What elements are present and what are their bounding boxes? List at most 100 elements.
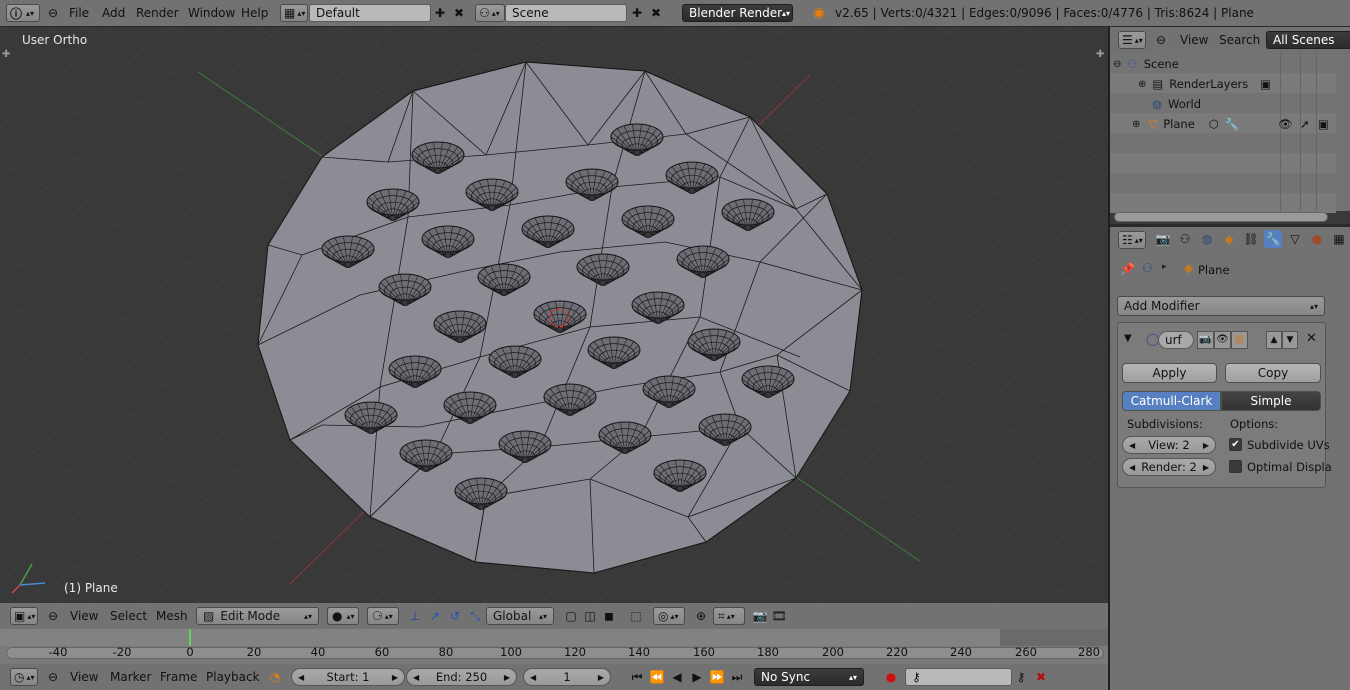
snap-toggle-icon[interactable]: ⊕	[692, 607, 710, 625]
mesh-data-tab-icon[interactable]: ▽	[1286, 230, 1304, 248]
scale-manipulator-icon[interactable]: ⤡	[466, 607, 484, 625]
viewport-canvas[interactable]	[0, 27, 1108, 603]
manipulator-toggle-icon[interactable]: ⊥	[406, 607, 424, 625]
view-levels-field[interactable]: ◀ View: 2 ▶	[1122, 436, 1216, 454]
move-down-icon[interactable]: ▼	[1282, 331, 1298, 349]
mode-dropdown[interactable]: ▨ Edit Mode ▴▾	[196, 607, 319, 625]
jump-start-icon[interactable]: ⏮	[628, 668, 646, 686]
insert-keyframe-icon[interactable]: ⚷	[1012, 668, 1030, 686]
viewport-toggle-icon[interactable]: 👁	[1214, 331, 1231, 349]
render-toggle-icon[interactable]: 📷	[1197, 331, 1214, 349]
menu-search[interactable]: Search	[1219, 27, 1260, 53]
menu-render[interactable]: Render	[136, 0, 179, 26]
move-up-icon[interactable]: ▲	[1266, 331, 1282, 349]
timeline-area[interactable]	[0, 629, 1108, 664]
scene-name-field[interactable]: Scene	[505, 4, 627, 22]
render-tab-icon[interactable]: 📷	[1154, 230, 1172, 248]
preview-range-icon[interactable]: ◔	[266, 668, 284, 686]
render-levels-field[interactable]: ◀ Render: 2 ▶	[1122, 458, 1216, 476]
menu-playback[interactable]: Playback	[206, 664, 260, 690]
editor-type-outliner-button[interactable]: ☰ ▴▾	[1118, 31, 1146, 49]
render-engine-dropdown[interactable]: Blender Render ▴▾	[682, 4, 793, 22]
menu-view[interactable]: View	[1180, 27, 1208, 53]
pin-icon[interactable]: 📌	[1120, 262, 1135, 276]
collapse-menu-icon[interactable]: ⊖	[44, 607, 62, 625]
modifier-name-field[interactable]: urf	[1158, 331, 1194, 349]
rotate-manipulator-icon[interactable]: ↺	[446, 607, 464, 625]
menu-mesh[interactable]: Mesh	[156, 603, 188, 629]
end-frame-field[interactable]: ◀ End: 250 ▶	[406, 668, 517, 686]
vertex-select-icon[interactable]: ▢	[562, 607, 580, 625]
menu-help[interactable]: Help	[241, 0, 268, 26]
menu-add[interactable]: Add	[102, 0, 125, 26]
object-tab-icon[interactable]: ◆	[1220, 230, 1238, 248]
optimal-display-checkbox[interactable]	[1229, 460, 1242, 473]
record-icon[interactable]: ●	[882, 668, 900, 686]
timeline-scrollbar[interactable]	[6, 647, 1104, 659]
occlude-geometry-icon[interactable]: ⬚	[627, 607, 645, 625]
editor-type-properties-button[interactable]: ☷ ▴▾	[1118, 231, 1146, 249]
translate-manipulator-icon[interactable]: ↗	[426, 607, 444, 625]
editmode-toggle-icon[interactable]: ▨	[1231, 331, 1248, 349]
outliner-scrollbar[interactable]	[1114, 212, 1328, 222]
menu-view[interactable]: View	[70, 664, 98, 690]
add-layout-icon[interactable]: ✚	[431, 4, 449, 22]
editor-type-info-button[interactable]: ⓘ ▴▾	[6, 4, 40, 22]
delete-layout-icon[interactable]: ✖	[450, 4, 468, 22]
outliner-display-mode-dropdown[interactable]: All Scenes	[1266, 31, 1350, 49]
menu-frame[interactable]: Frame	[160, 664, 197, 690]
renderable-camera-icon[interactable]: ▣	[1318, 117, 1329, 131]
delete-scene-icon[interactable]: ✖	[647, 4, 665, 22]
remove-modifier-icon[interactable]: ✕	[1306, 331, 1317, 346]
editor-type-3dview-button[interactable]: ▣ ▴▾	[10, 607, 38, 625]
menu-view[interactable]: View	[70, 603, 98, 629]
render-still-icon[interactable]: 📷	[751, 607, 769, 625]
copy-button[interactable]: Copy	[1225, 363, 1321, 383]
material-tab-icon[interactable]: ●	[1308, 230, 1326, 248]
collapse-menu-icon[interactable]: ⊖	[44, 4, 62, 22]
menu-file[interactable]: File	[69, 0, 89, 26]
sync-mode-dropdown[interactable]: No Sync ▴▾	[754, 668, 864, 686]
viewport-shading-button[interactable]: ● ▴▾	[327, 607, 359, 625]
world-tab-icon[interactable]: ◍	[1198, 230, 1216, 248]
keying-set-field[interactable]: ⚷	[905, 668, 1012, 686]
jump-keyframe-forward-icon[interactable]: ⏩	[708, 668, 726, 686]
outliner-tree[interactable]: ⊖ ⚇ Scene ⊕ ▤ RenderLayers ▣ ◍ World ⊕ ▽…	[1110, 53, 1350, 222]
outliner-item-renderlayers[interactable]: ⊕ ▤ RenderLayers ▣	[1110, 74, 1336, 94]
pivot-point-button[interactable]: ⚆ ▴▾	[367, 607, 399, 625]
add-scene-icon[interactable]: ✚	[628, 4, 646, 22]
face-select-icon[interactable]: ◼	[600, 607, 618, 625]
layout-name-field[interactable]: Default	[309, 4, 431, 22]
jump-keyframe-back-icon[interactable]: ⏪	[648, 668, 666, 686]
outliner-item-plane[interactable]: ⊕ ▽ Plane ⬡ 🔧 👁 ➚ ▣	[1110, 114, 1336, 134]
simple-option[interactable]: Simple	[1221, 391, 1321, 411]
scene-selector-button[interactable]: ⚇ ▴▾	[475, 4, 505, 22]
catmull-clark-option[interactable]: Catmull-Clark	[1122, 391, 1221, 411]
play-icon[interactable]: ▶	[688, 668, 706, 686]
menu-window[interactable]: Window	[188, 0, 235, 26]
current-frame-field[interactable]: ◀ 1 ▶	[523, 668, 611, 686]
subdivide-uvs-checkbox[interactable]: ✔	[1229, 438, 1242, 451]
render-animation-icon[interactable]: 🎞	[770, 607, 788, 625]
menu-marker[interactable]: Marker	[110, 664, 151, 690]
collapse-triangle-icon[interactable]: ▼	[1124, 333, 1132, 344]
apply-button[interactable]: Apply	[1122, 363, 1217, 383]
jump-end-icon[interactable]: ⏭	[728, 668, 746, 686]
constraints-tab-icon[interactable]: ⛓	[1242, 230, 1260, 248]
expand-icon[interactable]: ⊕	[1138, 79, 1146, 90]
outliner-item-scene[interactable]: ⊖ ⚇ Scene	[1110, 54, 1336, 74]
render-layers-tab-icon[interactable]: ⚇	[1176, 230, 1194, 248]
texture-tab-icon[interactable]: ▦	[1330, 230, 1348, 248]
snap-element-button[interactable]: ⌗ ▴▾	[713, 607, 745, 625]
collapse-menu-icon[interactable]: ⊖	[44, 668, 62, 686]
menu-select[interactable]: Select	[110, 603, 147, 629]
collapse-icon[interactable]: ⊖	[1113, 59, 1121, 70]
add-modifier-dropdown[interactable]: Add Modifier ▴▾	[1117, 296, 1325, 316]
modifiers-tab-icon[interactable]: 🔧	[1264, 230, 1282, 248]
editor-type-timeline-button[interactable]: ◷ ▴▾	[10, 668, 38, 686]
visibility-eye-icon[interactable]: 👁	[1278, 117, 1293, 131]
edge-select-icon[interactable]: ◫	[581, 607, 599, 625]
selectable-cursor-icon[interactable]: ➚	[1300, 117, 1310, 131]
properties-toggle-icon[interactable]: ✚	[1096, 49, 1104, 60]
start-frame-field[interactable]: ◀ Start: 1 ▶	[291, 668, 405, 686]
